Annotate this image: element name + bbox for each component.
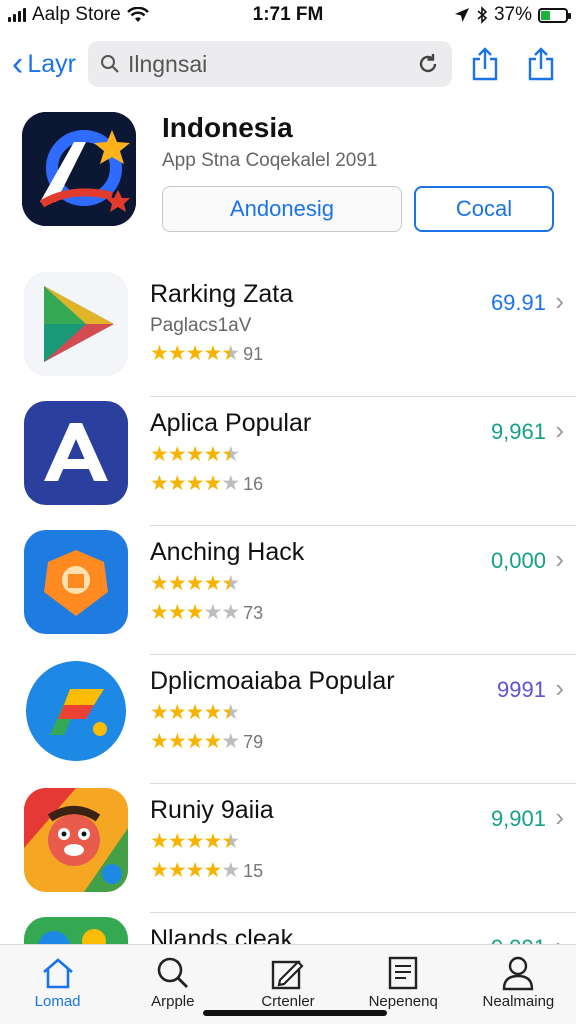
app-row[interactable]: Rarking Zata Paglacs1aV ★★★★★ 91 69.91 › xyxy=(0,268,576,397)
cartoon-character-icon xyxy=(24,788,128,892)
edit-icon xyxy=(268,953,308,993)
search-input[interactable]: Ilngnsai xyxy=(87,41,452,87)
chevron-right-icon: › xyxy=(555,286,564,316)
app-name: Runiy 9aiia xyxy=(150,796,274,824)
share-icon xyxy=(528,47,554,81)
star-rating: ★★★★★ xyxy=(150,701,240,724)
person-icon xyxy=(498,953,538,993)
app-row[interactable]: Dplicmoaiaba Popular ★★★★★ ★★★★★ 79 9991 … xyxy=(0,655,576,784)
search-value: Ilngnsai xyxy=(127,50,208,77)
app-price[interactable]: 9,961 xyxy=(491,419,546,445)
app-list: Rarking Zata Paglacs1aV ★★★★★ 91 69.91 › … xyxy=(0,268,576,1024)
back-button[interactable]: ‹ Layr xyxy=(12,47,76,81)
battery-percent: 37% xyxy=(493,4,532,25)
navigation-bar: ‹ Layr Ilngnsai xyxy=(0,38,576,90)
tab-label: Nealmaing xyxy=(482,993,555,1010)
letter-a-icon xyxy=(24,401,128,505)
home-indicator xyxy=(203,1010,387,1016)
tab-label: Crtenler xyxy=(261,993,315,1010)
featured-subtitle: App Stna Coqekalel 2091 xyxy=(162,150,378,171)
rating-count: 91 xyxy=(243,344,264,364)
app-price[interactable]: 9991 xyxy=(497,677,546,703)
app-name: Aplica Popular xyxy=(150,409,312,437)
rating-count: 16 xyxy=(243,474,264,494)
chevron-right-icon: › xyxy=(555,802,564,832)
star-rating: ★★★★★ xyxy=(150,830,240,853)
tab-label: Arpple xyxy=(151,993,195,1010)
featured-secondary-button[interactable]: Cocal xyxy=(414,186,554,232)
featured-primary-button[interactable]: Andonesig xyxy=(162,186,402,232)
app-row[interactable]: Aplica Popular ★★★★★ ★★★★★ 16 9,961 › xyxy=(0,397,576,526)
battery-icon xyxy=(538,7,571,23)
app-name: Rarking Zata xyxy=(150,280,294,308)
app-price[interactable]: 69.91 xyxy=(491,290,546,316)
tab-home[interactable]: Lomad xyxy=(0,945,115,1024)
app-name: Anching Hack xyxy=(150,538,305,566)
colorful-ring-icon xyxy=(24,659,128,763)
app-name: Dplicmoaiaba Popular xyxy=(150,667,395,695)
signal-icon xyxy=(8,8,26,22)
back-label: Layr xyxy=(27,49,76,78)
tab-bar: Lomad Arpple Crtenler Nepenenq Nealmaing xyxy=(0,944,576,1024)
featured-title: Indonesia xyxy=(162,112,293,143)
carrier-label: Aalp Store xyxy=(32,4,121,25)
app-subtitle: Paglacs1aV xyxy=(150,315,252,336)
app-row[interactable]: Anching Hack ★★★★★ ★★★★★ 73 0,000 › xyxy=(0,526,576,655)
star-rating: ★★★★★ 79 xyxy=(150,730,264,753)
play-triangle-icon xyxy=(24,272,128,376)
featured-app-icon[interactable] xyxy=(22,112,136,226)
chevron-right-icon: › xyxy=(555,544,564,574)
refresh-icon[interactable] xyxy=(416,52,440,76)
bluetooth-icon xyxy=(477,6,488,24)
search-icon xyxy=(153,953,193,993)
star-rating: ★★★★★ 91 xyxy=(150,342,264,365)
app-price[interactable]: 0,000 xyxy=(491,548,546,574)
tab-label: Lomad xyxy=(34,993,81,1010)
tab-label: Nepenenq xyxy=(368,993,438,1010)
featured-app: Indonesia App Stna Coqekalel 2091 Andone… xyxy=(22,112,562,232)
app-price[interactable]: 9,901 xyxy=(491,806,546,832)
star-rating: ★★★★★ xyxy=(150,443,240,466)
rating-count: 79 xyxy=(243,732,264,752)
rating-count: 73 xyxy=(243,603,264,623)
location-icon xyxy=(454,8,469,22)
star-rating: ★★★★★ 15 xyxy=(150,859,264,882)
star-rating: ★★★★★ 16 xyxy=(150,472,264,495)
share-button[interactable] xyxy=(462,41,508,87)
chevron-right-icon: › xyxy=(555,673,564,703)
share-alt-button[interactable] xyxy=(518,41,564,87)
star-rating: ★★★★★ xyxy=(150,572,240,595)
orange-badge-icon xyxy=(24,530,128,634)
tab-profile[interactable]: Nealmaing xyxy=(461,945,576,1024)
search-icon xyxy=(100,55,119,73)
chevron-right-icon: › xyxy=(555,415,564,445)
document-icon xyxy=(383,953,423,993)
app-row[interactable]: Runiy 9aiia ★★★★★ ★★★★★ 15 9,901 › xyxy=(0,784,576,913)
star-rating: ★★★★★ 73 xyxy=(150,601,264,624)
home-icon xyxy=(38,953,78,993)
status-bar: Aalp Store 1:71 FM 37% xyxy=(0,0,576,30)
wifi-icon xyxy=(126,7,149,22)
rating-count: 15 xyxy=(243,861,264,881)
chevron-left-icon: ‹ xyxy=(12,45,24,83)
share-icon xyxy=(472,47,498,81)
